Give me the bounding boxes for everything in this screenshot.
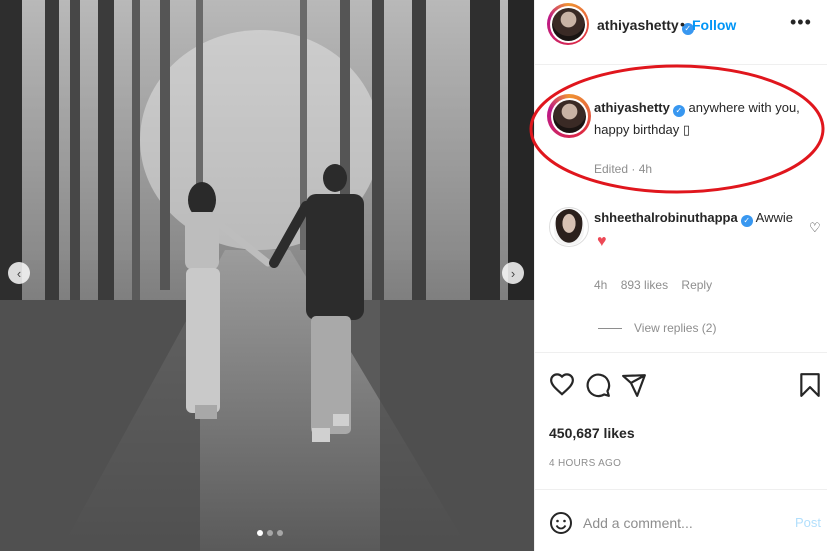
more-icon[interactable]: •••	[790, 12, 812, 33]
heart-emoji: ♥	[597, 233, 607, 250]
verified-icon: ✓	[740, 215, 753, 227]
comment-body: Awwie	[755, 210, 793, 225]
comment-meta: 4h 893 likes Reply	[594, 278, 722, 292]
carousel-prev-button[interactable]: ‹	[8, 262, 30, 284]
comment-username[interactable]: shheethalrobinuthappa	[594, 210, 738, 225]
commenter-avatar[interactable]	[549, 207, 589, 247]
verified-icon: ✓	[672, 105, 685, 117]
carousel-dot	[277, 530, 283, 536]
comment-age: 4h	[594, 278, 608, 292]
reply-button[interactable]: Reply	[681, 278, 712, 292]
chevron-right-icon: ›	[510, 265, 516, 281]
divider	[535, 489, 827, 490]
post-time: 4 HOURS AGO	[549, 458, 622, 469]
divider	[598, 327, 622, 329]
comment-like-icon[interactable]: ♡	[809, 220, 821, 236]
avatar-image	[552, 99, 586, 133]
post-header: athiyashetty ✓ • Follow •••	[535, 0, 827, 52]
author-avatar[interactable]	[547, 3, 589, 45]
username-text: athiyashetty	[597, 17, 679, 33]
emoji-icon[interactable]	[549, 511, 573, 535]
divider	[535, 64, 827, 65]
carousel-dots	[257, 530, 283, 536]
view-replies-label: View replies (2)	[634, 321, 717, 335]
caption-meta: Edited · 4h	[594, 162, 653, 176]
comment-likes[interactable]: 893 likes	[621, 278, 668, 292]
post-side-panel: athiyashetty ✓ • Follow ••• athiyashetty ✓…	[534, 0, 827, 551]
bookmark-icon[interactable]	[797, 372, 823, 398]
divider	[535, 352, 827, 353]
view-replies-button[interactable]: View replies (2)	[598, 321, 716, 335]
post-photo[interactable]: ‹ ›	[0, 0, 534, 551]
header-separator: •	[680, 16, 685, 32]
forest-path-image	[0, 0, 534, 551]
follow-button[interactable]: Follow	[692, 17, 736, 33]
caption: athiyashetty ✓ anywhere with you, happy b…	[594, 97, 819, 141]
avatar-image	[554, 209, 584, 245]
carousel-dot	[267, 530, 273, 536]
carousel-next-button[interactable]: ›	[502, 262, 524, 284]
carousel-dot	[257, 530, 263, 536]
comment: shheethalrobinuthappa ✓ Awwie	[594, 210, 793, 227]
caption-avatar[interactable]	[547, 94, 591, 138]
caption-username[interactable]: athiyashetty	[594, 100, 670, 115]
heart-icon[interactable]	[549, 372, 575, 398]
comment-input[interactable]	[583, 512, 783, 534]
chevron-left-icon: ‹	[16, 265, 22, 281]
comment-icon[interactable]	[585, 372, 611, 398]
share-icon[interactable]	[621, 372, 647, 398]
likes-count[interactable]: 450,687 likes	[549, 425, 635, 441]
post-comment-button[interactable]: Post	[795, 515, 821, 530]
avatar-image	[551, 7, 585, 41]
